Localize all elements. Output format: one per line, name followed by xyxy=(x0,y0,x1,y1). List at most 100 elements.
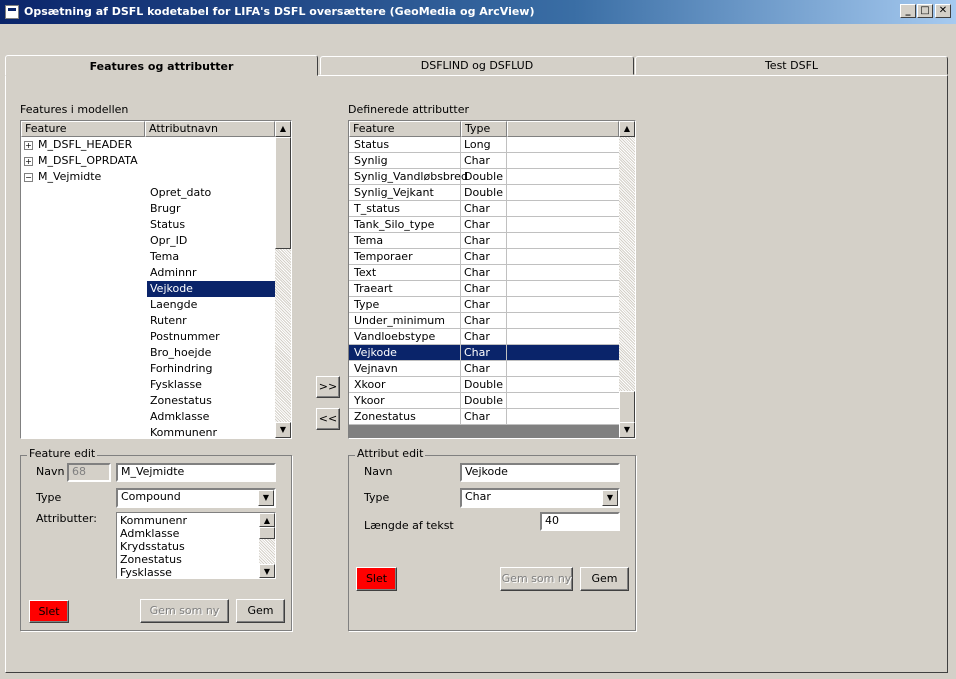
save-feature-as-new-button[interactable]: Gem som ny xyxy=(140,599,229,623)
collapse-icon[interactable]: − xyxy=(24,173,33,182)
close-icon: ✕ xyxy=(938,5,948,16)
attribute-type-cell: Char xyxy=(461,265,507,281)
feature-row[interactable]: Forhindring xyxy=(21,361,275,377)
attribute-row[interactable]: Under_minimum Char xyxy=(349,313,619,329)
attribute-row[interactable]: Temporaer Char xyxy=(349,249,619,265)
feature-row[interactable]: Admklasse xyxy=(21,409,275,425)
attribute-row[interactable]: Text Char xyxy=(349,265,619,281)
attribute-row[interactable]: Synlig Char xyxy=(349,153,619,169)
features-list[interactable]: Feature Attributnavn + M_DSFL_HEADER + M_DS… xyxy=(20,120,292,439)
save-attribute-button[interactable]: Gem xyxy=(580,567,629,591)
attribute-row[interactable]: Tema Char xyxy=(349,233,619,249)
app-icon[interactable] xyxy=(5,5,19,19)
features-scrollbar[interactable]: ▲ ▼ xyxy=(275,121,291,438)
feature-attribute-item[interactable]: Zonestatus xyxy=(120,553,258,566)
tab-label: Test DSFL xyxy=(764,59,819,72)
scroll-up-icon: ▲ xyxy=(623,124,631,133)
save-attribute-as-new-button[interactable]: Gem som ny xyxy=(500,567,573,591)
attribute-row[interactable]: Vejkode Char xyxy=(349,345,619,361)
attribute-row[interactable]: Status Long xyxy=(349,137,619,153)
attribute-row[interactable]: Vandloebstype Char xyxy=(349,329,619,345)
attribute-name-label: Navn xyxy=(364,465,393,478)
feature-attributes-list[interactable]: Kommunenr Admklasse Krydsstatus Zonestatus F… xyxy=(116,512,276,579)
feature-row[interactable]: Bro_hoejde xyxy=(21,345,275,361)
scroll-up-button[interactable]: ▲ xyxy=(275,121,291,137)
tab-test-dsfl[interactable]: Test DSFL xyxy=(635,56,948,75)
minimize-button[interactable]: _ xyxy=(900,4,916,18)
feature-attribute-item[interactable]: Admklasse xyxy=(120,527,258,540)
feature-row[interactable]: Status xyxy=(21,217,275,233)
feature-row[interactable]: Brugr xyxy=(21,201,275,217)
attribute-row[interactable]: Zonestatus Char xyxy=(349,409,619,425)
scroll-thumb[interactable] xyxy=(275,137,291,249)
attribute-name-cell xyxy=(147,137,150,153)
attribute-type-cell: Double xyxy=(461,393,507,409)
attribute-name-cell xyxy=(147,169,150,185)
attribute-type-select[interactable]: Char ▼ xyxy=(460,488,620,508)
add-attribute-button[interactable]: >> xyxy=(316,376,340,398)
chevron-down-icon[interactable]: ▼ xyxy=(258,490,274,506)
feature-row[interactable]: Opret_dato xyxy=(21,185,275,201)
scroll-up-button[interactable]: ▲ xyxy=(619,121,635,137)
scroll-down-button[interactable]: ▼ xyxy=(619,422,635,438)
scroll-down-button[interactable]: ▼ xyxy=(259,564,275,578)
feature-type-select[interactable]: Compound ▼ xyxy=(116,488,276,508)
close-button[interactable]: ✕ xyxy=(935,4,951,18)
tab-dsflind-og-dsflud[interactable]: DSFLIND og DSFLUD xyxy=(320,56,634,75)
feature-row[interactable]: − M_Vejmidte xyxy=(21,169,275,185)
title-bar[interactable]: Opsætning af DSFL kodetabel for LIFA's D… xyxy=(0,0,956,24)
attributes-scrollbar[interactable]: ▲ ▼ xyxy=(619,121,635,438)
feature-row[interactable]: Opr_ID xyxy=(21,233,275,249)
save-feature-button[interactable]: Gem xyxy=(236,599,285,623)
feature-row[interactable]: Kommunenr xyxy=(21,425,275,438)
feature-attribute-item[interactable]: Kommunenr xyxy=(120,514,258,527)
feature-row[interactable]: Laengde xyxy=(21,297,275,313)
scroll-thumb[interactable] xyxy=(619,391,635,423)
maximize-button[interactable]: □ xyxy=(917,4,933,18)
column-header-attributnavn[interactable]: Attributnavn xyxy=(145,121,275,137)
feature-row[interactable]: Zonestatus xyxy=(21,393,275,409)
attribute-row[interactable]: Tank_Silo_type Char xyxy=(349,217,619,233)
feature-row[interactable]: Postnummer xyxy=(21,329,275,345)
scroll-down-button[interactable]: ▼ xyxy=(275,422,291,438)
attribute-name-cell: Fysklasse xyxy=(150,378,202,391)
delete-feature-button[interactable]: Slet xyxy=(29,600,69,623)
feature-name-cell xyxy=(35,201,38,217)
column-header-type[interactable]: Type xyxy=(461,121,507,137)
feature-name-field[interactable]: M_Vejmidte xyxy=(116,463,276,482)
feature-row[interactable]: Adminnr xyxy=(21,265,275,281)
tab-features-og-attributter[interactable]: Features og attributter xyxy=(5,55,318,76)
attribute-row[interactable]: Vejnavn Char xyxy=(349,361,619,377)
attribute-name-field[interactable]: Vejkode xyxy=(460,463,620,482)
feature-attribute-item[interactable]: Fysklasse xyxy=(120,566,258,578)
feature-row[interactable]: + M_DSFL_HEADER xyxy=(21,137,275,153)
feature-row[interactable]: Fysklasse xyxy=(21,377,275,393)
remove-attribute-button[interactable]: << xyxy=(316,408,340,430)
column-header-feature[interactable]: Feature xyxy=(349,121,461,137)
feature-row[interactable]: Tema xyxy=(21,249,275,265)
scroll-up-button[interactable]: ▲ xyxy=(259,513,275,527)
feature-attribute-item[interactable]: Krydsstatus xyxy=(120,540,258,553)
attribute-row[interactable]: Xkoor Double xyxy=(349,377,619,393)
expand-icon[interactable]: + xyxy=(24,157,33,166)
attribute-row[interactable]: Traeart Char xyxy=(349,281,619,297)
attribute-type-label: Type xyxy=(364,491,390,504)
attribute-row[interactable]: Synlig_Vejkant Double xyxy=(349,185,619,201)
delete-attribute-button[interactable]: Slet xyxy=(356,567,397,591)
feature-attributes-scrollbar[interactable]: ▲ ▼ xyxy=(259,513,275,578)
scroll-thumb[interactable] xyxy=(259,527,275,539)
chevron-down-icon[interactable]: ▼ xyxy=(602,490,618,506)
feature-row[interactable]: Vejkode xyxy=(21,281,275,297)
text-length-field[interactable]: 40 xyxy=(540,512,620,531)
attribute-row[interactable]: Ykoor Double xyxy=(349,393,619,409)
attributes-list[interactable]: Feature Type Status Long Synlig Char Synlig_… xyxy=(348,120,636,439)
attribute-row[interactable]: Synlig_Vandløbsbred Double xyxy=(349,169,619,185)
column-header-feature[interactable]: Feature xyxy=(21,121,145,137)
feature-row[interactable]: + M_DSFL_OPRDATA xyxy=(21,153,275,169)
attribute-rows: Status Long Synlig Char Synlig_Vandløbsbred D… xyxy=(349,137,619,438)
expand-icon[interactable]: + xyxy=(24,141,33,150)
attribute-row[interactable]: Type Char xyxy=(349,297,619,313)
window-title: Opsætning af DSFL kodetabel for LIFA's D… xyxy=(24,5,535,18)
attribute-row[interactable]: T_status Char xyxy=(349,201,619,217)
feature-row[interactable]: Rutenr xyxy=(21,313,275,329)
